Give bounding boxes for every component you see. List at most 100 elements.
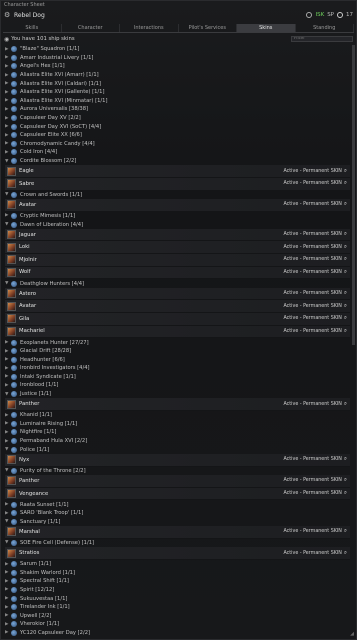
skin-group[interactable]: ▶ Khanid [1/1] xyxy=(5,411,350,420)
skin-group[interactable]: ▶ Exoplanets Hunter [27/27] xyxy=(5,338,350,347)
skin-group[interactable]: ▶ Spectral Shift [1/1] xyxy=(5,577,350,586)
tab-skills[interactable]: Skills xyxy=(3,24,62,32)
skin-group[interactable]: ▶ Ironbird Investigators [4/4] xyxy=(5,364,350,373)
skin-item[interactable]: Gila Active - Permanent SKIN ⌕ xyxy=(5,313,350,326)
skin-group[interactable]: ▶ "Blaze" Squadron [1/1] xyxy=(5,45,350,54)
skin-group[interactable]: ▼ Sanctuary [1/1] xyxy=(5,518,350,527)
skin-item[interactable]: Eagle Active - Permanent SKIN ⌕ xyxy=(5,165,350,178)
skin-item[interactable]: Nyx Active - Permanent SKIN ⌕ xyxy=(5,453,350,467)
preview-search-icon[interactable]: ⌕ xyxy=(344,303,347,310)
skin-item[interactable]: Astero Active - Permanent SKIN ⌕ xyxy=(5,287,350,301)
skin-status: Active - Permanent SKIN xyxy=(283,457,342,463)
skin-group[interactable]: ▶ Aliastra Elite XVI (Gallente) [1/1] xyxy=(5,88,350,97)
skin-group[interactable]: ▶ Glacial Drift [28/28] xyxy=(5,347,350,356)
skin-group[interactable]: ▼ Dawn of Liberation [4/4] xyxy=(5,220,350,229)
skin-group[interactable]: ▼ Cordite Blossom [2/2] xyxy=(5,157,350,166)
skin-line-icon xyxy=(11,604,17,611)
skin-group[interactable]: ▶ SARO 'Blank Troop' [1/1] xyxy=(5,509,350,518)
skin-group[interactable]: ▶ Raata Sunset [1/1] xyxy=(5,500,350,509)
skin-group[interactable]: ▶ Capsuleer Elite XX [6/6] xyxy=(5,131,350,140)
skin-group[interactable]: ▶ Permaband Hula XVI [2/2] xyxy=(5,437,350,446)
preview-search-icon[interactable]: ⌕ xyxy=(344,315,347,322)
preview-search-icon[interactable]: ⌕ xyxy=(344,201,347,208)
skin-group[interactable]: ▼ Police [1/1] xyxy=(5,445,350,454)
preview-search-icon[interactable]: ⌕ xyxy=(344,168,347,175)
skin-item[interactable]: Wolf Active - Permanent SKIN ⌕ xyxy=(5,266,350,280)
preview-search-icon[interactable]: ⌕ xyxy=(344,477,347,484)
skin-item[interactable]: Avatar Active - Permanent SKIN ⌕ xyxy=(5,199,350,212)
skin-status: Active - Permanent SKIN xyxy=(283,168,342,174)
skin-item[interactable]: Vengeance Active - Permanent SKIN ⌕ xyxy=(5,487,350,501)
skin-item[interactable]: Loki Active - Permanent SKIN ⌕ xyxy=(5,241,350,255)
skin-line-icon xyxy=(11,518,17,525)
skin-group[interactable]: ▶ Tirelander Ink [1/1] xyxy=(5,603,350,612)
preview-search-icon[interactable]: ⌕ xyxy=(344,490,347,497)
skin-group[interactable]: ▶ Shakim Warlord [1/1] xyxy=(5,568,350,577)
skin-group[interactable]: ▶ Headhunter [6/6] xyxy=(5,355,350,364)
skin-item[interactable]: Marshal Active - Permanent SKIN ⌕ xyxy=(5,526,350,539)
skin-group[interactable]: ▶ Upwell [2/2] xyxy=(5,611,350,620)
skin-item[interactable]: Stratios Active - Permanent SKIN ⌕ xyxy=(5,547,350,560)
skin-item[interactable]: Sabre Active - Permanent SKIN ⌕ xyxy=(5,177,350,191)
preview-search-icon[interactable]: ⌕ xyxy=(344,244,347,251)
skin-line-icon xyxy=(11,115,17,122)
tab-character[interactable]: Character xyxy=(62,24,120,32)
ship-name: Marshal xyxy=(19,528,40,535)
tab-interactions[interactable]: Interactions xyxy=(120,24,179,32)
skin-item[interactable]: Jaguar Active - Permanent SKIN ⌕ xyxy=(5,228,350,242)
skin-group[interactable]: ▶ Luminaire Rising [1/1] xyxy=(5,420,350,429)
preview-search-icon[interactable]: ⌕ xyxy=(344,256,347,263)
skin-group-label: Aliastra Elite XVI (Caldari) [1/1] xyxy=(20,80,102,87)
skin-group[interactable]: ▶ Amarr Industrial Livery [1/1] xyxy=(5,54,350,63)
skin-group[interactable]: ▶ Ironblood [1/1] xyxy=(5,381,350,390)
skin-group[interactable]: ▶ Aurora Universalis [38/38] xyxy=(5,105,350,114)
skin-group[interactable]: ▼ Purity of the Throne [2/2] xyxy=(5,467,350,476)
skin-item[interactable]: Mjolnir Active - Permanent SKIN ⌕ xyxy=(5,254,350,267)
skin-group[interactable]: ▶ Angel's Hex [1/1] xyxy=(5,62,350,71)
window-titlebar[interactable]: Character Sheet xyxy=(1,1,356,9)
skin-group[interactable]: ▼ Justice [1/1] xyxy=(5,390,350,399)
preview-search-icon[interactable]: ⌕ xyxy=(344,401,347,408)
preview-search-icon[interactable]: ⌕ xyxy=(344,290,347,297)
preview-search-icon[interactable]: ⌕ xyxy=(344,328,347,335)
skill-queue-icon[interactable] xyxy=(337,12,343,18)
skin-group[interactable]: ▼ Deathglow Hunters [4/4] xyxy=(5,279,350,288)
scrollbar[interactable] xyxy=(352,45,355,345)
skin-group[interactable]: ▶ Chromodynamic Candy [4/4] xyxy=(5,140,350,149)
settings-icon[interactable]: ⚙ xyxy=(4,11,11,19)
skin-group[interactable]: ▶ Cold Iron [4/4] xyxy=(5,148,350,157)
skill-queue-count: 17 xyxy=(346,12,353,18)
skin-group[interactable]: ▶ Cryptic Mimesis [1/1] xyxy=(5,212,350,221)
skin-group[interactable]: ▶ Vherokior [1/1] xyxy=(5,620,350,629)
skin-group[interactable]: ▶ Capsuleer Day XV [2/2] xyxy=(5,114,350,123)
preview-search-icon[interactable]: ⌕ xyxy=(344,269,347,276)
skin-group[interactable]: ▶ Nightfire [1/1] xyxy=(5,428,350,437)
skin-group[interactable]: ▶ Aliastra Elite XVI (Caldari) [1/1] xyxy=(5,79,350,88)
tab-skins[interactable]: Skins xyxy=(237,24,296,32)
skin-group[interactable]: ▶ Aliastra Elite XVI (Minmatar) [1/1] xyxy=(5,97,350,106)
skin-group[interactable]: ▶ Sarum [1/1] xyxy=(5,560,350,569)
skin-group[interactable]: ▶ Spirit [12/12] xyxy=(5,586,350,595)
preview-search-icon[interactable]: ⌕ xyxy=(344,550,347,557)
skin-group[interactable]: ▶ Sukuuvestaa [1/1] xyxy=(5,594,350,603)
skin-group[interactable]: ▶ Aliastra Elite XVI (Amarr) [1/1] xyxy=(5,71,350,80)
tab-pilot-s-services[interactable]: Pilot's Services xyxy=(179,24,237,32)
preview-search-icon[interactable]: ⌕ xyxy=(344,456,347,463)
resize-grip-icon[interactable]: ◢ xyxy=(350,631,354,637)
ship-skin-thumbnail xyxy=(7,548,16,558)
skin-group[interactable]: ▼ Crown and Swords [1/1] xyxy=(5,191,350,200)
skin-group[interactable]: ▼ SOE Fire Cell (Defense) [1/1] xyxy=(5,539,350,548)
preview-search-icon[interactable]: ⌕ xyxy=(344,528,347,535)
preview-search-icon[interactable]: ⌕ xyxy=(344,231,347,238)
skin-item[interactable]: Machariel Active - Permanent SKIN ⌕ xyxy=(5,325,350,339)
skin-group[interactable]: ▶ Intaki Syndicate [1/1] xyxy=(5,373,350,382)
skin-item[interactable]: Panther Active - Permanent SKIN ⌕ xyxy=(5,475,350,488)
filter-input[interactable] xyxy=(291,36,353,42)
skin-item[interactable]: Avatar Active - Permanent SKIN ⌕ xyxy=(5,300,350,314)
skin-group[interactable]: ▶ YC120 Capsuleer Day [2/2] xyxy=(5,629,350,638)
skin-group-label: Aliastra Elite XVI (Gallente) [1/1] xyxy=(20,89,105,96)
tab-standing[interactable]: Standing xyxy=(296,24,354,32)
skin-item[interactable]: Panther Active - Permanent SKIN ⌕ xyxy=(5,398,350,411)
skin-group[interactable]: ▶ Capsuleer Day XVI (SoCT) [4/4] xyxy=(5,122,350,131)
preview-search-icon[interactable]: ⌕ xyxy=(344,180,347,187)
